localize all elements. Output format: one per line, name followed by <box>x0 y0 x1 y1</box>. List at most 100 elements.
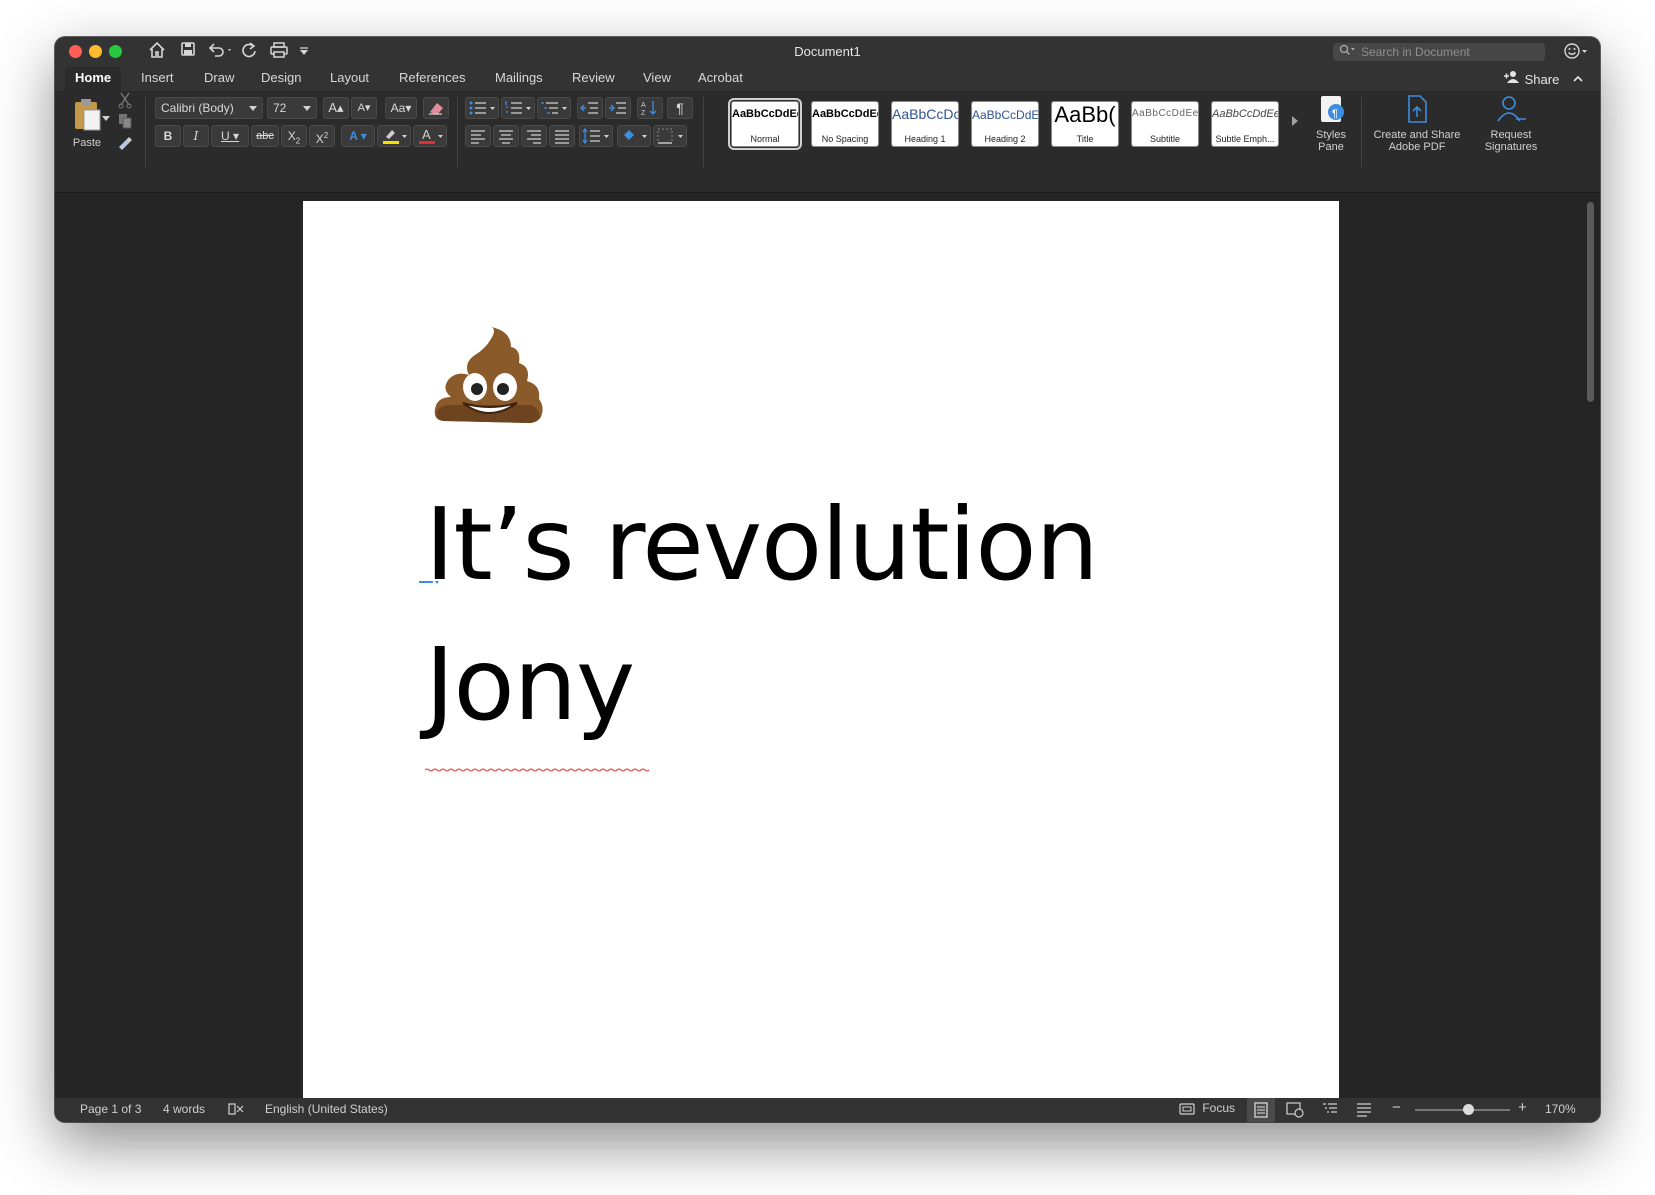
align-left-icon <box>471 130 485 144</box>
close-window-button[interactable] <box>69 45 82 58</box>
zoom-percentage[interactable]: 170% <box>1545 1102 1576 1116</box>
style-subtitle[interactable]: AaBbCcDdEe Subtitle <box>1131 101 1199 147</box>
tab-review[interactable]: Review <box>562 67 625 91</box>
style-label: No Spacing <box>821 134 869 144</box>
styles-pane-button[interactable]: ¶ Styles Pane <box>1307 93 1355 153</box>
document-page[interactable]: It’s revolution Jony <box>303 201 1339 1119</box>
clear-formatting-button[interactable] <box>423 97 449 119</box>
print-icon[interactable] <box>269 41 289 65</box>
tab-draw[interactable]: Draw <box>194 67 244 91</box>
redo-icon[interactable] <box>240 41 258 65</box>
numbering-button[interactable] <box>501 97 535 119</box>
style-normal[interactable]: AaBbCcDdEe Normal <box>728 98 802 150</box>
minimize-window-button[interactable] <box>89 45 102 58</box>
show-formatting-button[interactable]: ¶ <box>667 97 693 119</box>
tab-mailings[interactable]: Mailings <box>485 67 553 91</box>
bullet-list-icon <box>469 101 495 115</box>
text-effects-icon: A ▾ <box>349 129 367 143</box>
spelling-error-underline[interactable] <box>425 768 650 772</box>
tab-home[interactable]: Home <box>65 67 122 91</box>
request-signatures-button[interactable]: Request Signatures <box>1473 93 1549 153</box>
proofing-icon[interactable] <box>227 1101 245 1120</box>
tab-view[interactable]: View <box>633 67 681 91</box>
outline-view-button[interactable] <box>1321 1101 1339 1120</box>
customize-toolbar-icon[interactable] <box>298 41 310 65</box>
paste-dropdown-icon[interactable] <box>101 107 111 129</box>
share-button[interactable]: Share <box>1503 70 1585 87</box>
print-layout-view-button[interactable] <box>1247 1098 1275 1122</box>
align-right-button[interactable] <box>521 125 547 147</box>
feedback-smiley-icon[interactable] <box>1563 42 1589 65</box>
style-heading-1[interactable]: AaBbCcDc Heading 1 <box>891 101 959 147</box>
vertical-scrollbar[interactable] <box>1587 202 1594 402</box>
font-color-button[interactable]: A <box>413 125 447 147</box>
style-heading-2[interactable]: AaBbCcDdEe Heading 2 <box>971 101 1039 147</box>
autocorrect-marker-icon[interactable] <box>419 578 441 586</box>
style-title[interactable]: AaBb( Title <box>1051 101 1119 147</box>
create-adobe-pdf-button[interactable]: Create and Share Adobe PDF <box>1367 93 1467 153</box>
subscript-button[interactable]: X2 <box>281 125 307 147</box>
divider <box>457 97 458 167</box>
zoom-out-button[interactable]: − <box>1392 1099 1401 1116</box>
strikethrough-button[interactable]: abc <box>251 125 279 147</box>
zoom-window-button[interactable] <box>109 45 122 58</box>
collapse-ribbon-icon[interactable] <box>1571 74 1585 84</box>
style-subtle-emphasis[interactable]: AaBbCcDdEe Subtle Emph... <box>1211 101 1279 147</box>
draft-view-button[interactable] <box>1355 1101 1373 1120</box>
sort-button[interactable]: AZ <box>637 97 663 119</box>
increase-indent-button[interactable] <box>605 97 631 119</box>
focus-mode-button[interactable]: Focus <box>1179 1101 1235 1116</box>
web-layout-view-button[interactable] <box>1285 1100 1305 1121</box>
tab-acrobat[interactable]: Acrobat <box>688 67 753 91</box>
search-input[interactable]: Search in Document <box>1333 43 1545 61</box>
justify-button[interactable] <box>549 125 575 147</box>
grow-font-button[interactable]: A▴ <box>323 97 349 119</box>
focus-icon <box>1179 1103 1195 1115</box>
italic-button[interactable]: I <box>183 125 209 147</box>
paste-label: Paste <box>72 137 102 149</box>
svg-text:Z: Z <box>641 110 646 117</box>
style-no-spacing[interactable]: AaBbCcDdEe No Spacing <box>811 101 879 147</box>
save-icon[interactable] <box>180 41 196 63</box>
document-text-line-2[interactable]: Jony <box>425 625 635 745</box>
borders-button[interactable] <box>653 125 687 147</box>
align-left-button[interactable] <box>465 125 491 147</box>
document-text-line-1[interactable]: It’s revolution <box>425 485 1099 605</box>
shading-button[interactable] <box>617 125 651 147</box>
page-count[interactable]: Page 1 of 3 <box>80 1102 141 1116</box>
highlight-color-button[interactable] <box>377 125 411 147</box>
svg-text:A: A <box>641 102 646 109</box>
home-icon[interactable] <box>148 41 166 65</box>
copy-icon[interactable] <box>117 113 133 136</box>
format-painter-icon[interactable] <box>117 135 133 158</box>
line-spacing-button[interactable] <box>579 125 613 147</box>
change-case-button[interactable]: Aa▾ <box>385 97 417 119</box>
tab-references[interactable]: References <box>389 67 475 91</box>
superscript-icon: X2 <box>315 131 329 146</box>
style-label: Subtitle <box>1149 134 1181 144</box>
add-person-icon <box>1504 71 1519 83</box>
text-effects-button[interactable]: A ▾ <box>341 125 375 147</box>
tab-layout[interactable]: Layout <box>320 67 379 91</box>
document-canvas[interactable]: It’s revolution Jony <box>55 194 1600 1119</box>
align-center-button[interactable] <box>493 125 519 147</box>
font-size-select[interactable]: 72 <box>267 97 317 119</box>
undo-icon[interactable] <box>206 41 234 65</box>
word-count[interactable]: 4 words <box>163 1102 205 1116</box>
tab-insert[interactable]: Insert <box>131 67 184 91</box>
superscript-button[interactable]: X2 <box>309 125 335 147</box>
styles-gallery-next-icon[interactable] <box>1289 111 1301 133</box>
zoom-in-button[interactable]: + <box>1518 1099 1527 1116</box>
font-name-select[interactable]: Calibri (Body) <box>155 97 263 119</box>
zoom-slider-thumb[interactable] <box>1463 1104 1474 1115</box>
multilevel-list-button[interactable] <box>537 97 571 119</box>
bold-button[interactable]: B <box>155 125 181 147</box>
style-sample: AaBbCcDdEe <box>732 108 798 120</box>
underline-button[interactable]: U ▾ <box>211 125 249 147</box>
bullets-button[interactable] <box>465 97 499 119</box>
bold-icon: B <box>163 129 173 143</box>
language-indicator[interactable]: English (United States) <box>265 1102 388 1116</box>
tab-design[interactable]: Design <box>251 67 311 91</box>
shrink-font-button[interactable]: A▾ <box>351 97 377 119</box>
decrease-indent-button[interactable] <box>577 97 603 119</box>
